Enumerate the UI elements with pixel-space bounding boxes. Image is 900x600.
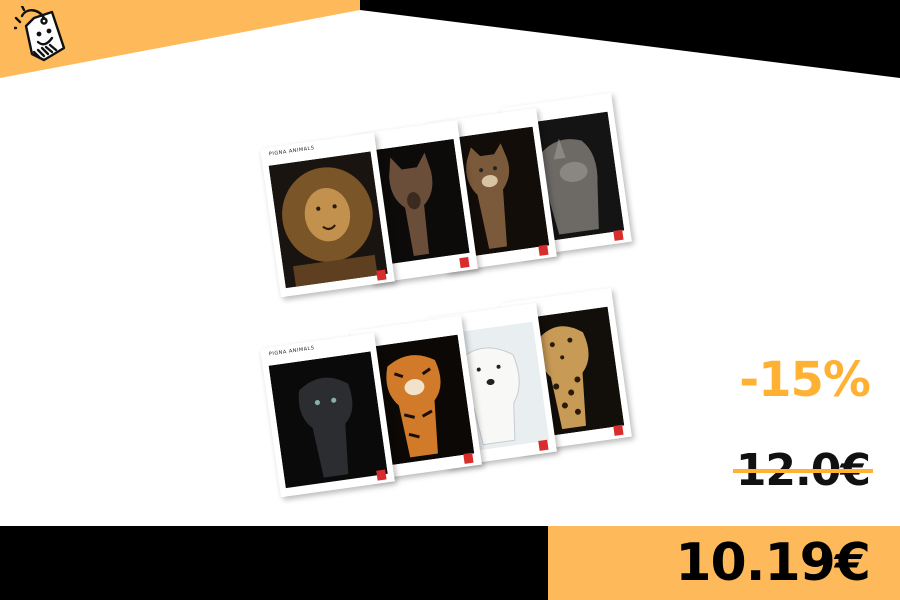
- brand-tag: [538, 244, 549, 256]
- brand-tag: [613, 229, 624, 241]
- brand-tag: [376, 469, 387, 481]
- top-banner: [0, 0, 900, 78]
- old-price: 12.0€: [732, 445, 873, 496]
- brand-label: PIGNA ANIMALS: [268, 345, 315, 358]
- black-panther-photo: [268, 351, 388, 489]
- brand-tag: [463, 452, 474, 464]
- notebook-black-panther: PIGNA ANIMALS: [260, 332, 395, 498]
- brand-tag: [613, 424, 624, 436]
- lion-photo: [268, 151, 388, 289]
- brand-tag: [376, 269, 387, 281]
- new-price: 10.19€: [675, 533, 871, 593]
- brand-tag: [459, 256, 470, 269]
- smiling-price-tag-icon: [14, 6, 66, 62]
- brand-label: PIGNA ANIMALS: [268, 145, 315, 158]
- brand-tag: [538, 439, 549, 451]
- old-price-strikethrough: [732, 468, 873, 473]
- product-image: PIGNA ANIMALS PIGNA ANIMALS: [260, 92, 640, 505]
- bottom-black-band: [0, 526, 548, 600]
- discount-label: -15%: [739, 352, 871, 408]
- top-black-band: [360, 0, 900, 78]
- notebook-lion: PIGNA ANIMALS: [260, 132, 395, 298]
